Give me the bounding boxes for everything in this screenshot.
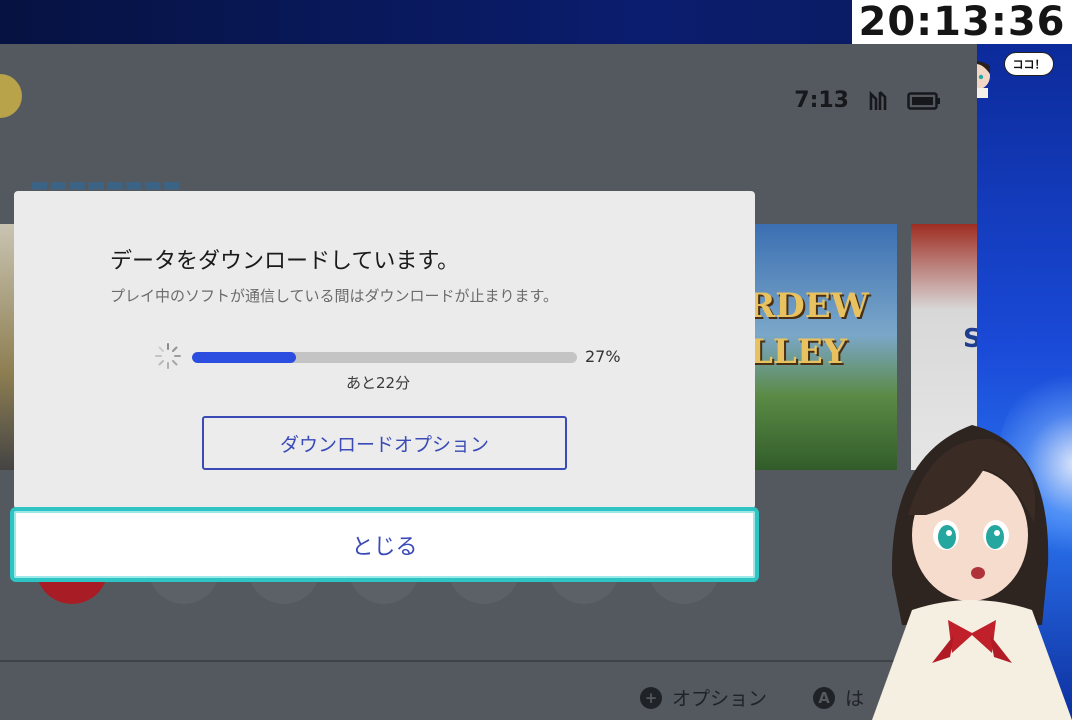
status-bar: 7:13 (794, 88, 941, 113)
mascot-speech-bubble: ココ！ (1004, 52, 1054, 76)
close-button[interactable]: とじる (10, 507, 759, 582)
download-dialog: データをダウンロードしています。 プレイ中のソフトが通信している間はダウンロード… (14, 191, 755, 509)
time-remaining: あと22分 (346, 374, 411, 392)
stream-clock: 20:13:36 (852, 0, 1072, 45)
plus-button-icon: + (640, 686, 662, 709)
sports-logo-letter: S (963, 324, 977, 354)
tv-mode-icon (869, 90, 887, 110)
a-hint-label: は (845, 688, 865, 710)
console-time: 7:13 (794, 88, 849, 113)
download-progress-fill (192, 352, 296, 363)
vtuber-avatar (872, 425, 1072, 720)
dialog-title: データをダウンロードしています。 (110, 249, 460, 274)
download-options-button[interactable]: ダウンロードオプション (202, 416, 567, 470)
options-hint-label: オプション (672, 688, 768, 710)
footer-hints: + オプション A は (640, 684, 864, 711)
stardew-logo-line1: RDEW (755, 286, 869, 326)
download-progress-bar (192, 352, 577, 363)
loading-spinner-icon (155, 343, 181, 369)
game-tile-smash[interactable] (0, 224, 14, 470)
battery-icon (907, 91, 940, 110)
progress-percent: 27% (585, 347, 621, 366)
user-avatar[interactable] (0, 74, 22, 118)
footer-divider (0, 660, 977, 662)
a-button-icon: A (813, 686, 836, 709)
stream-clock-text: 20:13:36 (858, 0, 1066, 45)
dialog-subtitle: プレイ中のソフトが通信している間はダウンロードが止まります。 (110, 287, 559, 305)
stardew-logo-line2: LLEY (755, 332, 847, 372)
